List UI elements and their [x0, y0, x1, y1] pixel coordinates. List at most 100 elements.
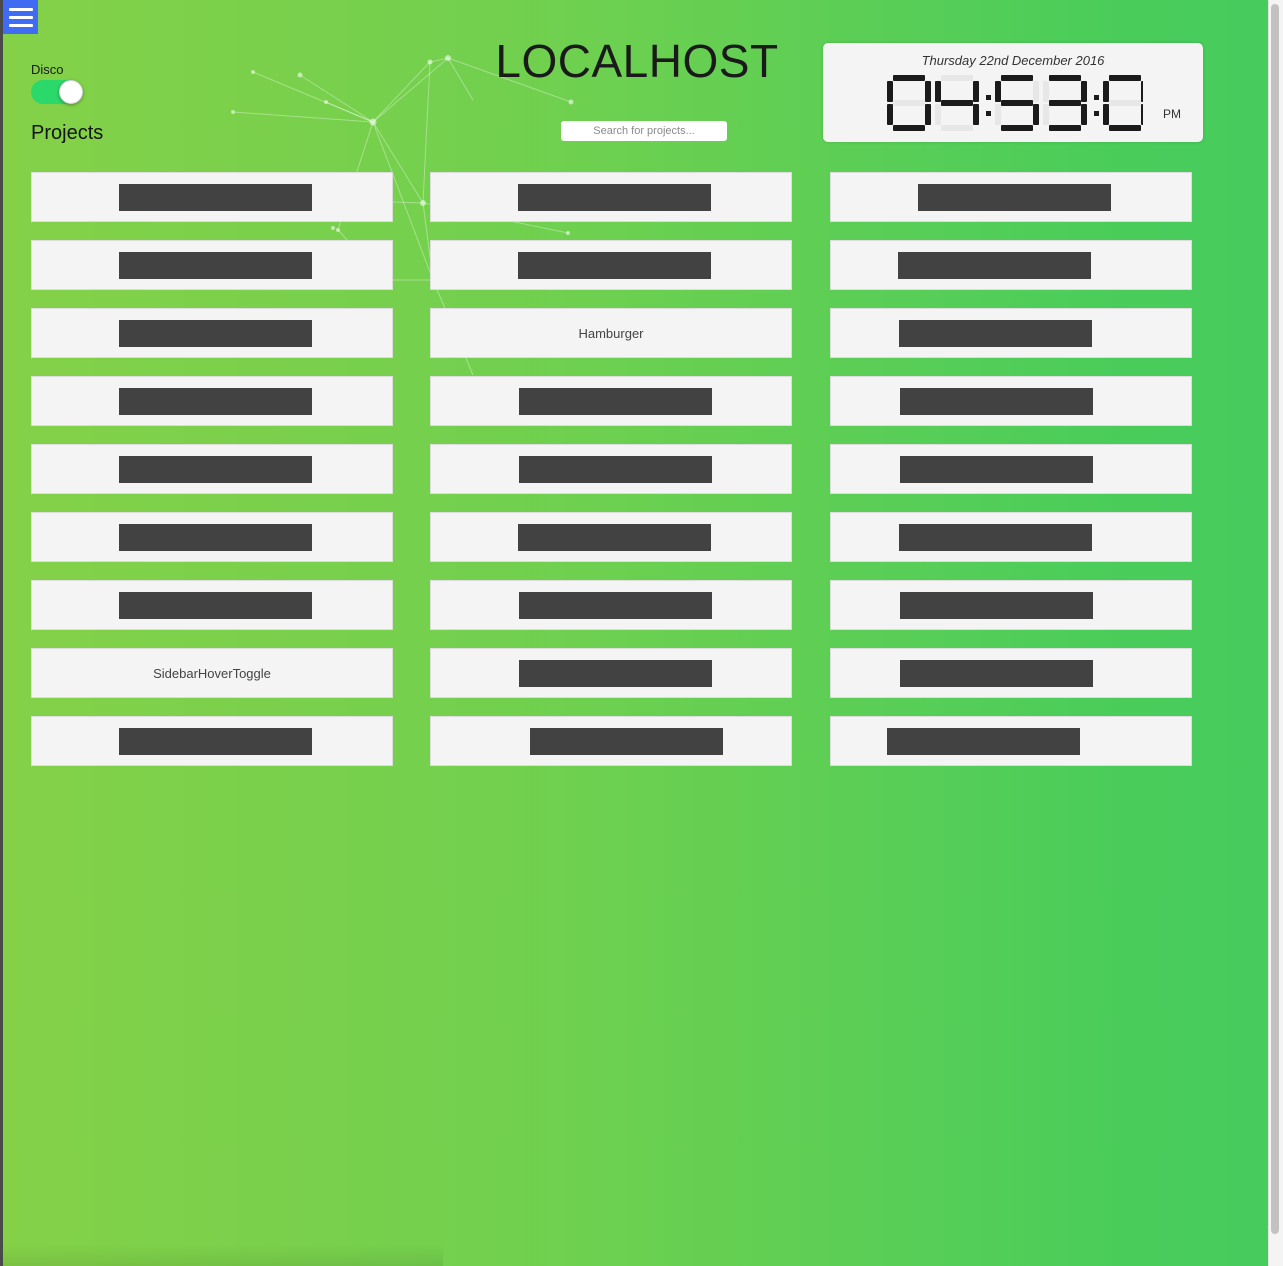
clock-ampm: PM — [1163, 107, 1181, 121]
clock-digit-segment — [1043, 81, 1049, 102]
page-background: Disco Projects LOCALHOST Thursday 22nd D… — [3, 0, 1268, 1266]
project-card[interactable] — [31, 172, 393, 222]
project-card[interactable] — [31, 240, 393, 290]
clock-digit-segment — [893, 125, 925, 131]
clock-digit-segment — [1081, 104, 1087, 125]
redacted-project-name — [530, 727, 723, 755]
project-card-label: Hamburger — [578, 325, 644, 341]
redacted-project-name — [518, 251, 711, 279]
clock-digit-segment — [1049, 125, 1081, 131]
clock-time — [887, 75, 1143, 131]
clock-digit-segment — [1033, 81, 1039, 102]
clock-digit-segment — [1033, 104, 1039, 125]
clock-digit-segment — [1043, 104, 1049, 125]
project-card[interactable] — [830, 444, 1192, 494]
clock-colon-dot — [986, 95, 991, 100]
redacted-project-name — [119, 727, 312, 755]
clock-digit-segment — [1001, 75, 1033, 81]
disco-toggle[interactable] — [31, 80, 83, 104]
project-card[interactable] — [430, 240, 792, 290]
clock-digit-segment — [995, 81, 1001, 102]
redacted-project-name — [119, 183, 312, 211]
hamburger-menu-icon-bar — [8, 7, 33, 11]
project-card[interactable] — [830, 648, 1192, 698]
clock-digit-segment — [1001, 100, 1033, 106]
project-card[interactable] — [430, 648, 792, 698]
toggle-knob — [59, 80, 83, 104]
clock-digit-segment — [995, 104, 1001, 125]
clock-digit-segment — [1001, 125, 1033, 131]
clock-digit-segment — [1081, 81, 1087, 102]
disco-label: Disco — [31, 62, 64, 77]
redacted-project-name — [887, 727, 1080, 755]
clock-date: Thursday 22nd December 2016 — [921, 53, 1105, 68]
clock-widget: Thursday 22nd December 2016 PM — [823, 43, 1203, 142]
clock-digit-segment — [893, 100, 925, 106]
project-card-label: SidebarHoverToggle — [153, 665, 271, 681]
project-card[interactable] — [830, 376, 1192, 426]
redacted-project-name — [119, 387, 312, 415]
clock-digit-segment — [1109, 100, 1141, 106]
project-card[interactable] — [31, 580, 393, 630]
clock-digit-segment — [941, 125, 973, 131]
redacted-project-name — [518, 183, 711, 211]
clock-digit-segment — [887, 104, 893, 125]
sidebar-toggle-button[interactable] — [3, 0, 38, 34]
project-card[interactable] — [430, 716, 792, 766]
clock-digit-segment — [1109, 75, 1141, 81]
redacted-project-name — [899, 523, 1092, 551]
redacted-project-name — [519, 387, 712, 415]
project-card[interactable] — [430, 580, 792, 630]
clock-digit-segment — [941, 100, 973, 106]
project-card[interactable]: Hamburger — [430, 308, 792, 358]
redacted-project-name — [918, 183, 1111, 211]
clock-digit-segment — [1103, 81, 1109, 102]
project-card[interactable] — [830, 716, 1192, 766]
clock-digit-segment — [1141, 81, 1143, 102]
hamburger-menu-icon-bar — [8, 15, 33, 19]
redacted-project-name — [519, 659, 712, 687]
project-card[interactable] — [430, 172, 792, 222]
project-card[interactable]: SidebarHoverToggle — [31, 648, 393, 698]
bottom-shadow — [3, 1244, 443, 1266]
redacted-project-name — [119, 319, 312, 347]
site-title: LOCALHOST — [495, 35, 779, 87]
project-card[interactable] — [830, 240, 1192, 290]
redacted-project-name — [898, 251, 1091, 279]
clock-digit-segment — [941, 75, 973, 81]
redacted-project-name — [519, 591, 712, 619]
project-card[interactable] — [830, 308, 1192, 358]
project-card[interactable] — [31, 444, 393, 494]
project-card[interactable] — [31, 376, 393, 426]
redacted-project-name — [900, 659, 1093, 687]
redacted-project-name — [119, 591, 312, 619]
project-card[interactable] — [430, 444, 792, 494]
project-card[interactable] — [830, 512, 1192, 562]
project-card[interactable] — [31, 512, 393, 562]
clock-digit-segment — [973, 104, 979, 125]
redacted-project-name — [519, 455, 712, 483]
clock-colon-dot — [1094, 95, 1099, 100]
hamburger-menu-icon-bar — [8, 23, 33, 27]
project-card[interactable] — [430, 512, 792, 562]
project-card[interactable] — [830, 580, 1192, 630]
clock-digit-segment — [935, 104, 941, 125]
clock-digit-segment — [1049, 75, 1081, 81]
redacted-project-name — [119, 455, 312, 483]
search-input[interactable] — [561, 121, 727, 141]
clock-digit-segment — [1141, 104, 1143, 125]
clock-colon-dot — [986, 111, 991, 116]
redacted-project-name — [900, 387, 1093, 415]
redacted-project-name — [518, 523, 711, 551]
clock-colon-dot — [1094, 111, 1099, 116]
project-card[interactable] — [830, 172, 1192, 222]
redacted-project-name — [119, 523, 312, 551]
project-card[interactable] — [31, 308, 393, 358]
scrollbar-thumb[interactable] — [1271, 4, 1279, 1234]
clock-digit-segment — [925, 104, 931, 125]
clock-digit-segment — [935, 81, 941, 102]
projects-heading: Projects — [31, 122, 104, 144]
redacted-project-name — [899, 319, 1092, 347]
project-card[interactable] — [31, 716, 393, 766]
project-card[interactable] — [430, 376, 792, 426]
